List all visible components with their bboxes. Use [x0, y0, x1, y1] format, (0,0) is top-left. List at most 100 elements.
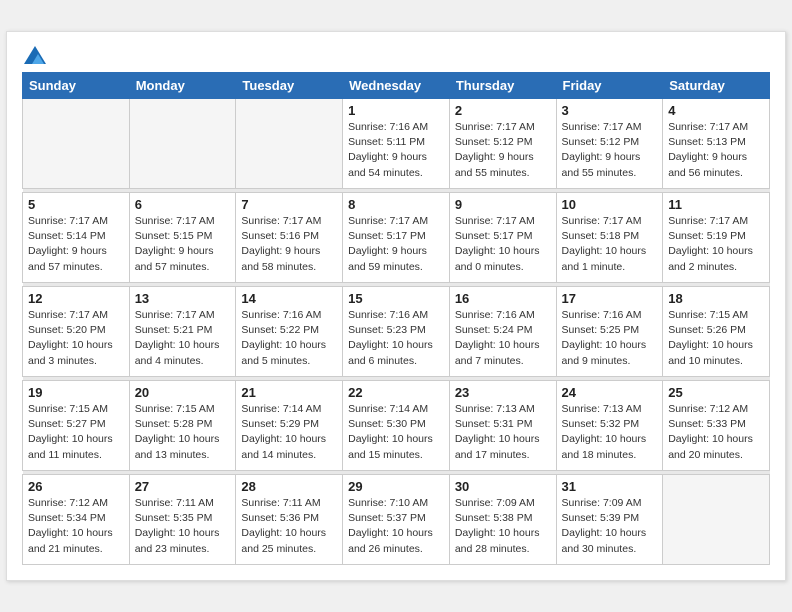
calendar-cell: 6 Sunrise: 7:17 AM Sunset: 5:15 PM Daylig…: [129, 193, 236, 283]
cell-info: Sunrise: 7:17 AM Sunset: 5:21 PM Dayligh…: [135, 308, 231, 369]
cell-date: 2: [455, 103, 551, 118]
calendar-cell: 23Sunrise: 7:13 AM Sunset: 5:31 PM Dayli…: [449, 381, 556, 471]
calendar-cell: 29 Sunrise: 7:10 AM Sunset: 5:37 PM Dayli…: [343, 475, 450, 565]
calendar-cell: 16 Sunrise: 7:16 AM Sunset: 5:24 PM Dayli…: [449, 287, 556, 377]
cell-info: Sunrise: 7:16 AM Sunset: 5:11 PM Dayligh…: [348, 120, 444, 181]
cell-date: 19: [28, 385, 124, 400]
calendar-cell: 12 Sunrise: 7:17 AM Sunset: 5:20 PM Dayli…: [23, 287, 130, 377]
cell-date: 20: [135, 385, 231, 400]
cell-info: Sunrise: 7:13 AM Sunset: 5:32 PM Dayligh…: [562, 402, 658, 463]
day-header-sunday: Sunday: [23, 73, 130, 99]
cell-date: 29: [348, 479, 444, 494]
calendar-cell: 25 Sunrise: 7:12 AM Sunset: 5:33 PM Dayli…: [663, 381, 770, 471]
calendar-cell: 2 Sunrise: 7:17 AM Sunset: 5:12 PM Daylig…: [449, 99, 556, 189]
cell-info: Sunrise: 7:17 AM Sunset: 5:18 PM Dayligh…: [562, 214, 658, 275]
cell-info: Sunrise: 7:15 AM Sunset: 5:28 PM Dayligh…: [135, 402, 231, 463]
cell-info: Sunrise: 7:16 AM Sunset: 5:25 PM Dayligh…: [562, 308, 658, 369]
cell-date: 14: [241, 291, 337, 306]
calendar-cell: 1 Sunrise: 7:16 AM Sunset: 5:11 PM Daylig…: [343, 99, 450, 189]
cell-date: 24: [562, 385, 658, 400]
cell-date: 25: [668, 385, 764, 400]
calendar-week-row: 5 Sunrise: 7:17 AM Sunset: 5:14 PM Daylig…: [23, 193, 770, 283]
calendar-cell: 7Sunrise: 7:17 AM Sunset: 5:16 PM Daylig…: [236, 193, 343, 283]
calendar-week-row: 19 Sunrise: 7:15 AM Sunset: 5:27 PM Dayli…: [23, 381, 770, 471]
cell-date: 21: [241, 385, 337, 400]
cell-date: 15: [348, 291, 444, 306]
cell-info: Sunrise: 7:17 AM Sunset: 5:15 PM Dayligh…: [135, 214, 231, 275]
cell-info: Sunrise: 7:15 AM Sunset: 5:27 PM Dayligh…: [28, 402, 124, 463]
header-section: [22, 42, 770, 66]
cell-info: Sunrise: 7:17 AM Sunset: 5:16 PM Dayligh…: [241, 214, 337, 275]
calendar-container: SundayMondayTuesdayWednesdayThursdayFrid…: [6, 31, 786, 581]
cell-date: 9: [455, 197, 551, 212]
calendar-cell: 27 Sunrise: 7:11 AM Sunset: 5:35 PM Dayli…: [129, 475, 236, 565]
cell-info: Sunrise: 7:17 AM Sunset: 5:12 PM Dayligh…: [455, 120, 551, 181]
cell-date: 17: [562, 291, 658, 306]
calendar-cell: [129, 99, 236, 189]
calendar-cell: 15Sunrise: 7:16 AM Sunset: 5:23 PM Dayli…: [343, 287, 450, 377]
cell-info: Sunrise: 7:14 AM Sunset: 5:30 PM Dayligh…: [348, 402, 444, 463]
calendar-cell: 14 Sunrise: 7:16 AM Sunset: 5:22 PM Dayli…: [236, 287, 343, 377]
cell-info: Sunrise: 7:17 AM Sunset: 5:12 PM Dayligh…: [562, 120, 658, 181]
cell-info: Sunrise: 7:16 AM Sunset: 5:24 PM Dayligh…: [455, 308, 551, 369]
cell-info: Sunrise: 7:11 AM Sunset: 5:36 PM Dayligh…: [241, 496, 337, 557]
cell-date: 10: [562, 197, 658, 212]
cell-date: 12: [28, 291, 124, 306]
cell-date: 3: [562, 103, 658, 118]
cell-date: 1: [348, 103, 444, 118]
cell-date: 18: [668, 291, 764, 306]
cell-date: 27: [135, 479, 231, 494]
calendar-week-row: 1 Sunrise: 7:16 AM Sunset: 5:11 PM Daylig…: [23, 99, 770, 189]
cell-date: 31: [562, 479, 658, 494]
cell-date: 5: [28, 197, 124, 212]
day-header-monday: Monday: [129, 73, 236, 99]
cell-date: 26: [28, 479, 124, 494]
calendar-cell: 21 Sunrise: 7:14 AM Sunset: 5:29 PM Dayli…: [236, 381, 343, 471]
calendar-body: 1 Sunrise: 7:16 AM Sunset: 5:11 PM Daylig…: [23, 99, 770, 565]
cell-date: 11: [668, 197, 764, 212]
cell-date: 4: [668, 103, 764, 118]
cell-info: Sunrise: 7:17 AM Sunset: 5:20 PM Dayligh…: [28, 308, 124, 369]
logo: [22, 46, 46, 66]
day-header-tuesday: Tuesday: [236, 73, 343, 99]
calendar-cell: [236, 99, 343, 189]
calendar-cell: 13 Sunrise: 7:17 AM Sunset: 5:21 PM Dayli…: [129, 287, 236, 377]
calendar-cell: 5 Sunrise: 7:17 AM Sunset: 5:14 PM Daylig…: [23, 193, 130, 283]
cell-date: 30: [455, 479, 551, 494]
calendar-table: SundayMondayTuesdayWednesdayThursdayFrid…: [22, 72, 770, 565]
calendar-cell: 11Sunrise: 7:17 AM Sunset: 5:19 PM Dayli…: [663, 193, 770, 283]
calendar-week-row: 12 Sunrise: 7:17 AM Sunset: 5:20 PM Dayli…: [23, 287, 770, 377]
cell-info: Sunrise: 7:12 AM Sunset: 5:33 PM Dayligh…: [668, 402, 764, 463]
cell-info: Sunrise: 7:17 AM Sunset: 5:13 PM Dayligh…: [668, 120, 764, 181]
cell-info: Sunrise: 7:13 AM Sunset: 5:31 PM Dayligh…: [455, 402, 551, 463]
calendar-header-row: SundayMondayTuesdayWednesdayThursdayFrid…: [23, 73, 770, 99]
cell-date: 6: [135, 197, 231, 212]
calendar-cell: 9 Sunrise: 7:17 AM Sunset: 5:17 PM Daylig…: [449, 193, 556, 283]
day-header-thursday: Thursday: [449, 73, 556, 99]
day-header-saturday: Saturday: [663, 73, 770, 99]
cell-info: Sunrise: 7:17 AM Sunset: 5:14 PM Dayligh…: [28, 214, 124, 275]
cell-date: 28: [241, 479, 337, 494]
calendar-cell: 10 Sunrise: 7:17 AM Sunset: 5:18 PM Dayli…: [556, 193, 663, 283]
cell-date: 13: [135, 291, 231, 306]
cell-info: Sunrise: 7:17 AM Sunset: 5:17 PM Dayligh…: [455, 214, 551, 275]
calendar-cell: 26 Sunrise: 7:12 AM Sunset: 5:34 PM Dayli…: [23, 475, 130, 565]
calendar-cell: 18Sunrise: 7:15 AM Sunset: 5:26 PM Dayli…: [663, 287, 770, 377]
cell-info: Sunrise: 7:11 AM Sunset: 5:35 PM Dayligh…: [135, 496, 231, 557]
cell-info: Sunrise: 7:09 AM Sunset: 5:38 PM Dayligh…: [455, 496, 551, 557]
calendar-cell: 8Sunrise: 7:17 AM Sunset: 5:17 PM Daylig…: [343, 193, 450, 283]
calendar-cell: 22 Sunrise: 7:14 AM Sunset: 5:30 PM Dayli…: [343, 381, 450, 471]
calendar-week-row: 26 Sunrise: 7:12 AM Sunset: 5:34 PM Dayli…: [23, 475, 770, 565]
calendar-cell: 28 Sunrise: 7:11 AM Sunset: 5:36 PM Dayli…: [236, 475, 343, 565]
day-header-friday: Friday: [556, 73, 663, 99]
cell-date: 16: [455, 291, 551, 306]
cell-date: 22: [348, 385, 444, 400]
cell-info: Sunrise: 7:09 AM Sunset: 5:39 PM Dayligh…: [562, 496, 658, 557]
cell-info: Sunrise: 7:14 AM Sunset: 5:29 PM Dayligh…: [241, 402, 337, 463]
cell-info: Sunrise: 7:12 AM Sunset: 5:34 PM Dayligh…: [28, 496, 124, 557]
logo-icon: [24, 46, 46, 64]
cell-info: Sunrise: 7:16 AM Sunset: 5:22 PM Dayligh…: [241, 308, 337, 369]
calendar-cell: [23, 99, 130, 189]
day-header-wednesday: Wednesday: [343, 73, 450, 99]
cell-info: Sunrise: 7:10 AM Sunset: 5:37 PM Dayligh…: [348, 496, 444, 557]
